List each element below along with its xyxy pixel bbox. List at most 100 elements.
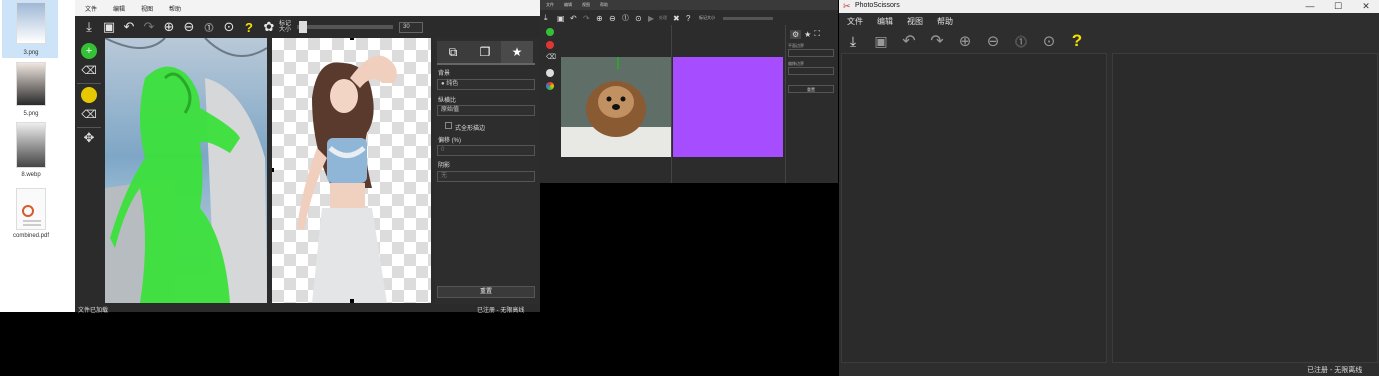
original-image[interactable] <box>105 38 267 303</box>
save-icon[interactable]: ▣ <box>557 14 568 23</box>
file-name[interactable]: 8.webp <box>0 172 62 178</box>
settings-panel: ⧉ ❐ ★ 背景 ● 纯色 纵横比 原始值 式全形描边 偏移 (%) 0 阴影 … <box>435 38 540 304</box>
menu-edit[interactable]: 编辑 <box>564 2 572 8</box>
toolbar: ⤓ ▣ ↶ ↷ ⊕ ⊖ ⓵ ⊙ ? <box>839 29 1379 53</box>
file-thumbnail[interactable] <box>16 2 46 44</box>
help-icon[interactable]: ? <box>239 17 259 37</box>
brush-color-icon[interactable] <box>546 69 554 77</box>
zoom-fit-icon[interactable]: ⊙ <box>635 14 646 23</box>
menu-edit[interactable]: 编辑 <box>113 4 125 13</box>
open-icon[interactable]: ⤓ <box>843 31 863 51</box>
zoom-in-icon[interactable]: ⊕ <box>955 31 975 51</box>
menu-help[interactable]: 帮助 <box>169 4 181 13</box>
undo-icon[interactable]: ↶ <box>570 14 581 23</box>
menu-bar: 文件 编辑 视图 帮助 <box>75 0 540 16</box>
undo-icon[interactable]: ↶ <box>119 17 139 37</box>
tab-crop-icon[interactable]: ⛶ <box>814 29 820 39</box>
stroke-checkbox[interactable] <box>445 122 452 129</box>
redo-icon[interactable]: ↷ <box>583 14 594 23</box>
file-name[interactable]: combined.pdf <box>0 233 62 239</box>
edge-label: 阴影 <box>438 163 451 169</box>
mark-background-icon[interactable] <box>81 87 97 103</box>
play-icon[interactable]: ▶ <box>648 14 657 23</box>
brush-settings-icon[interactable]: ✿ <box>259 17 279 37</box>
undo-icon[interactable]: ↶ <box>899 31 919 51</box>
tab-settings-icon[interactable]: ⚙ <box>790 29 802 39</box>
side-input-1[interactable] <box>788 49 834 57</box>
status-bar: 已注册 - 无限离线 <box>839 363 1379 376</box>
aspect-label: 纵横比 <box>438 98 457 104</box>
original-image-area[interactable] <box>841 53 1107 363</box>
menu-file[interactable]: 文件 <box>546 2 554 8</box>
zoom-out-icon[interactable]: ⊖ <box>609 14 620 23</box>
menu-edit[interactable]: 编辑 <box>877 16 893 27</box>
menu-view[interactable]: 视图 <box>907 16 923 27</box>
zoom-out-icon[interactable]: ⊖ <box>983 31 1003 51</box>
menu-file[interactable]: 文件 <box>847 16 863 27</box>
panel-tabs: ⧉ ❐ ★ <box>437 41 535 63</box>
zoom-fit-icon[interactable]: ⊙ <box>219 17 239 37</box>
settings-panel: ⚙ ★ ⛶ 平面边界 偏移边界 重置 <box>785 25 838 183</box>
menu-help[interactable]: 帮助 <box>937 16 953 27</box>
redo-icon[interactable]: ↷ <box>139 17 159 37</box>
aspect-select[interactable]: 原始值 <box>437 105 535 116</box>
menu-view[interactable]: 视图 <box>582 2 590 8</box>
zoom-in-icon[interactable]: ⊕ <box>596 14 607 23</box>
status-bar: 文件已加载 已注册 - 无限高线 <box>75 304 540 314</box>
open-icon[interactable]: ⤓ <box>79 17 99 37</box>
run-label[interactable]: 处理 <box>659 15 671 21</box>
side-input-2[interactable] <box>788 67 834 75</box>
redo-icon[interactable]: ↷ <box>927 31 947 51</box>
menu-view[interactable]: 视图 <box>141 4 153 13</box>
mark-foreground-icon[interactable] <box>546 28 554 36</box>
open-icon[interactable]: ⤓ <box>544 13 555 23</box>
zoom-out-icon[interactable]: ⊖ <box>179 17 199 37</box>
tab-background-icon[interactable]: ⧉ <box>437 41 469 63</box>
close-icon[interactable]: ✕ <box>1351 0 1379 13</box>
file-name[interactable]: 5.png <box>0 111 62 117</box>
maximize-icon[interactable]: ☐ <box>1323 0 1353 13</box>
move-icon[interactable]: ✥ <box>81 130 97 146</box>
zoom-actual-icon[interactable]: ⓵ <box>1011 31 1031 51</box>
left-tool-panel: + ⌫ ⌫ ✥ <box>75 38 103 304</box>
color-picker-icon[interactable] <box>546 82 554 90</box>
zoom-actual-icon[interactable]: ⓵ <box>622 13 633 23</box>
brush-size-slider[interactable] <box>723 16 773 20</box>
eraser-icon[interactable]: ⌫ <box>546 54 556 62</box>
tab-effects-icon[interactable]: ★ <box>501 41 533 63</box>
close-icon[interactable]: ✖ <box>673 14 684 23</box>
tab-shadow-icon[interactable]: ❐ <box>469 41 501 63</box>
file-name[interactable]: 3.png <box>0 50 62 56</box>
brush-size-input[interactable]: 30 <box>399 21 423 33</box>
edge-select[interactable]: 无 <box>437 171 535 182</box>
brush-size-slider[interactable] <box>297 21 393 33</box>
mark-background-icon[interactable] <box>546 41 554 49</box>
mark-foreground-icon[interactable]: + <box>81 43 97 59</box>
original-image[interactable] <box>561 57 671 157</box>
pdf-file-icon[interactable] <box>16 188 46 230</box>
file-thumbnail[interactable] <box>16 122 46 168</box>
result-image[interactable] <box>272 38 431 303</box>
eraser-icon[interactable]: ⌫ <box>81 62 97 78</box>
result-image[interactable] <box>673 57 783 157</box>
minimize-icon[interactable]: — <box>1295 0 1325 13</box>
menu-file[interactable]: 文件 <box>85 4 97 13</box>
save-icon[interactable]: ▣ <box>99 17 119 37</box>
zoom-actual-icon[interactable]: ⓵ <box>199 17 219 37</box>
status-text: 已注册 - 无限离线 <box>1307 367 1363 374</box>
help-icon[interactable]: ? <box>686 14 697 23</box>
menu-help[interactable]: 帮助 <box>600 2 608 8</box>
tab-effects-icon[interactable]: ★ <box>804 30 811 39</box>
result-image-area[interactable] <box>1112 53 1378 363</box>
zoom-in-icon[interactable]: ⊕ <box>159 17 179 37</box>
side-reset-button[interactable]: 重置 <box>788 85 834 93</box>
offset-input[interactable]: 0 <box>437 145 535 156</box>
save-icon[interactable]: ▣ <box>871 31 891 51</box>
toolbar: ⤓ ▣ ↶ ↷ ⊕ ⊖ ⓵ ⊙ ? ✿ 标记大小 30 <box>75 16 540 38</box>
help-icon[interactable]: ? <box>1067 31 1087 51</box>
eraser-icon[interactable]: ⌫ <box>81 106 97 122</box>
reset-button[interactable]: 重置 <box>437 286 535 298</box>
background-select[interactable]: ● 纯色 <box>437 79 535 90</box>
file-thumbnail[interactable] <box>16 62 46 106</box>
zoom-fit-icon[interactable]: ⊙ <box>1039 31 1059 51</box>
